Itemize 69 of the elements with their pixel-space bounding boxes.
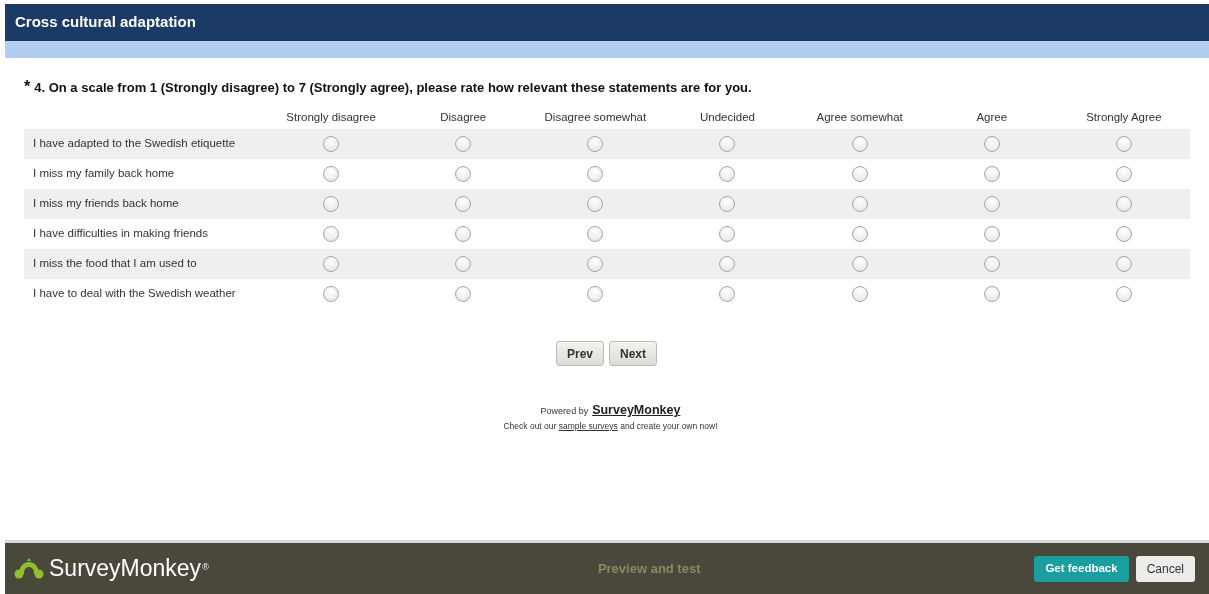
question-text: 4. On a scale from 1 (Strongly disagree) to 7 (Strongly agree), please rate how relevant these statements are for you. — [34, 79, 752, 97]
sample-surveys-link[interactable]: sample surveys — [558, 420, 618, 431]
radio-button[interactable] — [323, 196, 340, 212]
brand-name: SurveyMonkey — [49, 557, 202, 580]
radio-button[interactable] — [587, 196, 604, 212]
powered-by-text: Powered by — [540, 405, 589, 418]
required-mark: * — [24, 77, 31, 97]
radio-button[interactable] — [455, 136, 472, 152]
statement-label: I miss my family back home — [32, 166, 176, 182]
radio-button[interactable] — [323, 166, 340, 182]
radio-button[interactable] — [719, 286, 736, 302]
radio-button[interactable] — [323, 256, 340, 272]
next-button[interactable]: Next — [609, 341, 657, 366]
radio-button[interactable] — [719, 166, 736, 182]
radio-button[interactable] — [323, 286, 340, 302]
radio-button[interactable] — [851, 256, 868, 272]
radio-button[interactable] — [983, 196, 1000, 212]
surveymonkey-link[interactable]: SurveyMonkey — [592, 401, 681, 420]
radio-button[interactable] — [719, 256, 736, 272]
radio-button[interactable] — [587, 226, 604, 242]
radio-button[interactable] — [455, 286, 472, 302]
column-heading: Strongly Agree — [1085, 110, 1163, 126]
mode-label: Preview and test — [597, 559, 701, 578]
radio-button[interactable] — [455, 226, 472, 242]
radio-button[interactable] — [1115, 136, 1132, 152]
radio-button[interactable] — [851, 226, 868, 242]
statement-label: I have adapted to the Swedish etiquette — [32, 136, 237, 152]
registered-mark: ® — [202, 561, 209, 574]
statement-label: I miss my friends back home — [32, 196, 180, 212]
promo-sentence: Check out our sample surveys and create your own now! — [503, 419, 718, 433]
statement-label: I have difficulties in making friends — [32, 226, 209, 242]
column-heading: Disagree — [439, 110, 488, 126]
radio-button[interactable] — [323, 226, 340, 242]
survey-title: Cross cultural adaptation — [15, 12, 196, 33]
radio-button[interactable] — [455, 196, 472, 212]
radio-button[interactable] — [851, 166, 868, 182]
radio-button[interactable] — [719, 136, 736, 152]
column-heading: Undecided — [699, 110, 756, 126]
radio-button[interactable] — [983, 226, 1000, 242]
radio-button[interactable] — [851, 196, 868, 212]
statement-label: I have to deal with the Swedish weather — [32, 286, 237, 302]
radio-button[interactable] — [1115, 256, 1132, 272]
radio-button[interactable] — [1115, 286, 1132, 302]
cancel-button[interactable]: Cancel — [1135, 555, 1195, 582]
radio-button[interactable] — [587, 256, 604, 272]
column-heading: Strongly disagree — [285, 110, 377, 126]
radio-button[interactable] — [983, 166, 1000, 182]
statement-label: I miss the food that I am used to — [32, 256, 198, 272]
column-heading: Disagree somewhat — [543, 110, 648, 126]
radio-button[interactable] — [851, 286, 868, 302]
radio-button[interactable] — [983, 256, 1000, 272]
radio-button[interactable] — [983, 136, 1000, 152]
radio-button[interactable] — [587, 166, 604, 182]
radio-button[interactable] — [587, 136, 604, 152]
column-heading: Agree — [975, 110, 1009, 126]
radio-button[interactable] — [1115, 196, 1132, 212]
radio-button[interactable] — [719, 226, 736, 242]
radio-button[interactable] — [983, 286, 1000, 302]
radio-button[interactable] — [1115, 166, 1132, 182]
radio-button[interactable] — [455, 256, 472, 272]
radio-button[interactable] — [1115, 226, 1132, 242]
monkey-logo-icon — [14, 557, 44, 580]
radio-button[interactable] — [587, 286, 604, 302]
column-heading: Agree somewhat — [815, 110, 904, 126]
radio-button[interactable] — [851, 136, 868, 152]
radio-button[interactable] — [455, 166, 472, 182]
radio-button[interactable] — [323, 136, 340, 152]
radio-button[interactable] — [719, 196, 736, 212]
prev-button[interactable]: Prev — [555, 341, 604, 366]
